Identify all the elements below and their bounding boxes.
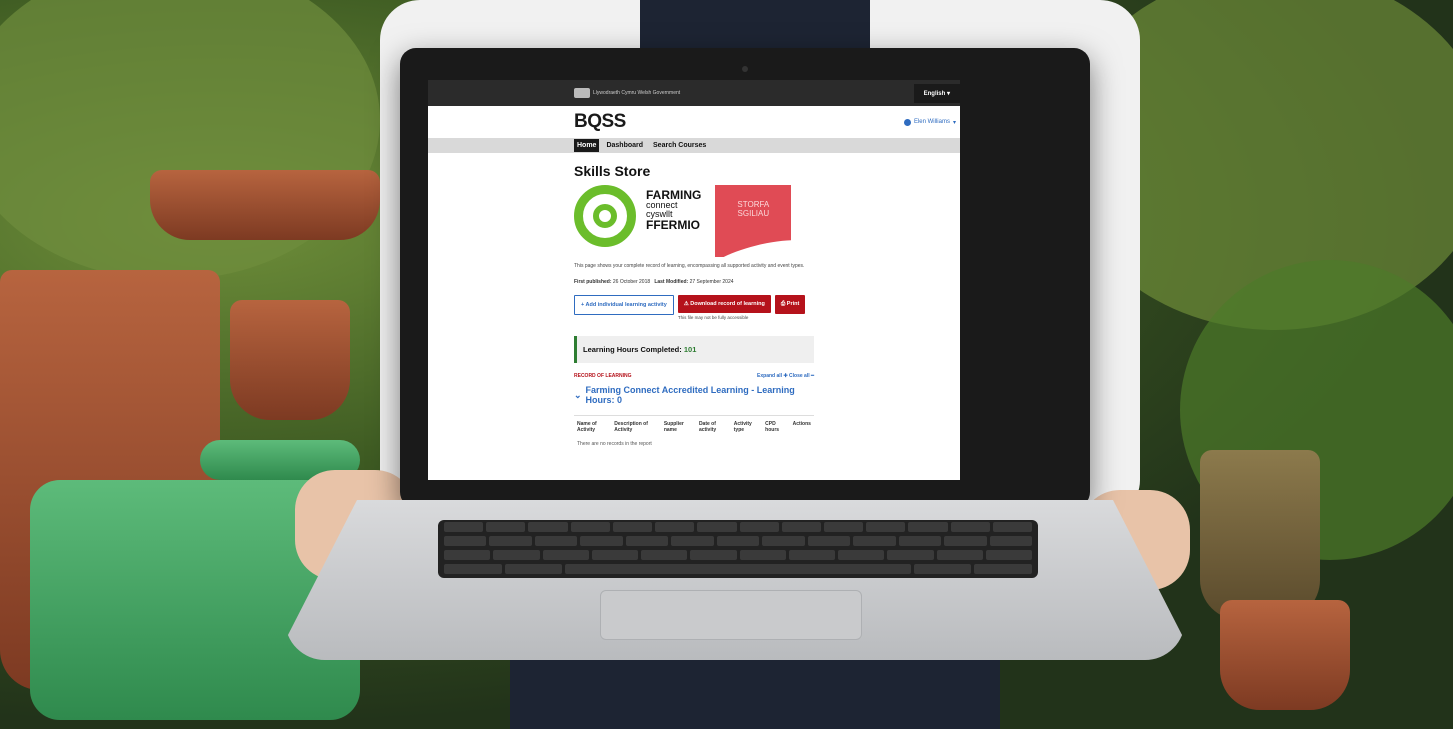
- language-button[interactable]: English ▾: [913, 83, 960, 103]
- chevron-down-icon: ▾: [946, 90, 950, 97]
- col-activity-type: Activity type: [733, 421, 752, 433]
- learning-hours-value: 101: [683, 345, 697, 354]
- col-name-of-activity: Name of Activity: [577, 421, 597, 433]
- add-learning-activity-button[interactable]: + Add individual learning activity: [574, 295, 674, 315]
- action-buttons: + Add individual learning activity ⚠ Dow…: [574, 295, 814, 320]
- learning-hours-label: Learning Hours Completed:: [583, 345, 682, 354]
- storfa-line-2: SGILIAU: [737, 208, 770, 218]
- col-supplier: Supplier name: [663, 421, 684, 433]
- language-label: English: [923, 90, 946, 97]
- col-actions: Actions: [792, 421, 811, 427]
- col-cpd-hours: CPD hours: [765, 421, 780, 433]
- user-icon: [903, 118, 911, 126]
- chevron-down-icon: ⌄: [574, 389, 582, 400]
- page-title: Skills Store: [574, 163, 651, 179]
- user-menu[interactable]: Elen Williams ▾: [903, 118, 956, 126]
- download-note: This file may not be fully accessible: [677, 315, 749, 320]
- storfa-sgiliau-logo: STORFA SGILIAU: [715, 185, 792, 257]
- welsh-dragon-icon: [574, 88, 590, 98]
- table-header-row: Name of Activity Description of Activity…: [574, 416, 814, 439]
- empty-table-message: There are no records in the report: [577, 441, 652, 447]
- nav-search-courses[interactable]: Search Courses: [650, 139, 709, 152]
- expand-close-all-link[interactable]: Expand all ✚ Close all ━: [757, 373, 814, 379]
- nav-dashboard[interactable]: Dashboard: [603, 139, 646, 152]
- gov-logo-text: Llywodraeth Cymru Welsh Government: [593, 90, 681, 96]
- gov-logo[interactable]: Llywodraeth Cymru Welsh Government: [574, 88, 680, 98]
- user-name: Elen Williams: [913, 119, 950, 125]
- learning-table: Name of Activity Description of Activity…: [574, 415, 814, 438]
- chevron-down-icon: ▾: [952, 119, 956, 126]
- trackpad: [600, 590, 862, 640]
- first-published-value: 26 October 2018: [612, 279, 651, 285]
- col-date: Date of activity: [698, 421, 717, 433]
- logo-row: FARMING connect cyswllt FFERMIO STORFA S…: [574, 185, 814, 257]
- download-group: ⚠ Download record of learning This file …: [677, 295, 771, 320]
- accredited-learning-accordion[interactable]: ⌄ Farming Connect Accredited Learning - …: [574, 385, 814, 405]
- government-topbar: Llywodraeth Cymru Welsh Government Engli…: [428, 80, 960, 106]
- last-modified-value: 27 September 2024: [689, 279, 734, 285]
- download-record-button[interactable]: ⚠ Download record of learning: [677, 295, 771, 313]
- accordion-title: Farming Connect Accredited Learning - Le…: [585, 385, 795, 405]
- nav-home[interactable]: Home: [574, 139, 600, 152]
- record-of-learning-label: RECORD OF LEARNING: [574, 373, 632, 379]
- keyboard: [438, 520, 1038, 578]
- camera-icon: [742, 66, 748, 72]
- site-header: BQSS Elen Williams ▾: [428, 106, 960, 138]
- fc-line-4: FFERMIO: [646, 218, 700, 232]
- main-nav: Home Dashboard Search Courses: [428, 138, 960, 153]
- last-modified-label: Last Modified:: [654, 279, 689, 285]
- publish-meta: First published: 26 October 2018 Last Mo…: [574, 279, 814, 285]
- boss-logo[interactable]: BQSS: [574, 111, 626, 133]
- learning-hours-panel: Learning Hours Completed: 101: [574, 336, 814, 363]
- main-content: Skills Store FARMING connect cyswllt FFE…: [428, 153, 814, 450]
- farming-connect-ring-icon: [574, 185, 636, 247]
- print-button[interactable]: ⎙ Print: [774, 295, 806, 314]
- col-description: Description of Activity: [614, 421, 648, 433]
- record-header: RECORD OF LEARNING Expand all ✚ Close al…: [574, 373, 814, 379]
- farming-connect-wordmark: FARMING connect cyswllt FFERMIO: [646, 185, 701, 231]
- page-description: This page shows your complete record of …: [574, 263, 805, 269]
- first-published-label: First published:: [574, 279, 612, 285]
- browser-screen: Llywodraeth Cymru Welsh Government Engli…: [428, 80, 960, 480]
